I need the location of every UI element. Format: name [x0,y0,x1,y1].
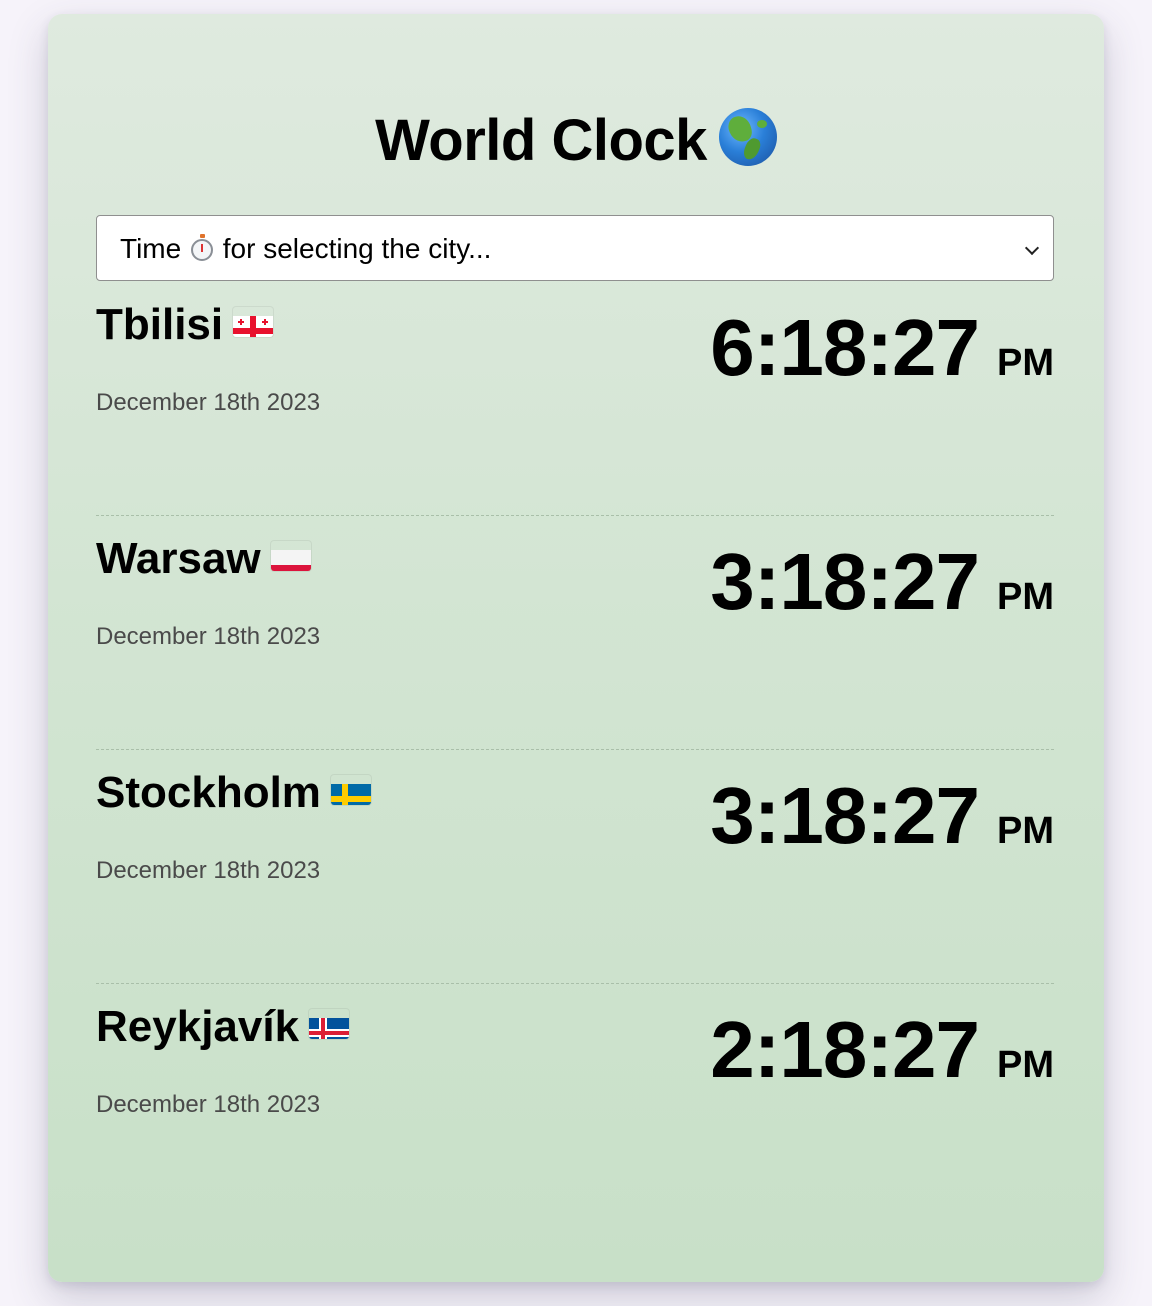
stopwatch-icon [190,234,213,261]
city-name-text: Reykjavík [96,1002,300,1051]
city-select-text-start: Time [120,233,182,264]
globe-icon [718,108,777,166]
city-select-value: Time for selecting the city... [120,216,491,282]
time-value: 6:18:27 [710,303,980,392]
city-date: December 18th 2023 [96,1091,321,1118]
city-select[interactable]: Time for selecting the city... [96,215,1054,281]
time-period: PM [997,342,1054,384]
flag-georgia-icon [233,307,274,337]
city-name-text: Warsaw [96,534,261,583]
city-name-text: Stockholm [96,768,321,817]
world-clock-card: World Clock Time for selecting the city.… [48,14,1104,1282]
city-time: 6:18:27 PM [710,300,1054,419]
city-date: December 18th 2023 [96,857,321,884]
time-period: PM [997,1044,1054,1086]
city-row-reykjavik: Reykjavík December 18th 2023 2:18:27 PM [96,984,1054,1218]
city-name: Warsaw [96,534,311,584]
flag-iceland-icon [309,1009,350,1039]
city-name-text: Tbilisi [96,300,224,349]
flag-poland-icon [270,541,311,571]
city-row-warsaw: Warsaw December 18th 2023 3:18:27 PM [96,516,1054,750]
city-select-text-end: for selecting the city... [222,233,492,264]
city-time: 3:18:27 PM [710,534,1054,653]
city-time: 2:18:27 PM [710,1002,1054,1121]
city-date: December 18th 2023 [96,623,321,650]
time-period: PM [997,810,1054,852]
city-name: Tbilisi [96,300,274,350]
time-period: PM [997,576,1054,618]
city-time: 3:18:27 PM [710,768,1054,887]
city-date: December 18th 2023 [96,389,321,416]
city-row-stockholm: Stockholm December 18th 2023 3:18:27 PM [96,750,1054,984]
city-name: Stockholm [96,768,371,818]
time-value: 2:18:27 [710,1005,980,1094]
page-title-text: World Clock [375,108,707,173]
time-value: 3:18:27 [710,537,980,626]
city-row-tbilisi: Tbilisi December 18th 2023 6:18:27 PM [96,282,1054,516]
time-value: 3:18:27 [710,771,980,860]
chevron-down-icon [1024,240,1040,256]
city-name: Reykjavík [96,1002,350,1052]
page-title: World Clock [48,106,1104,176]
flag-sweden-icon [330,775,371,805]
